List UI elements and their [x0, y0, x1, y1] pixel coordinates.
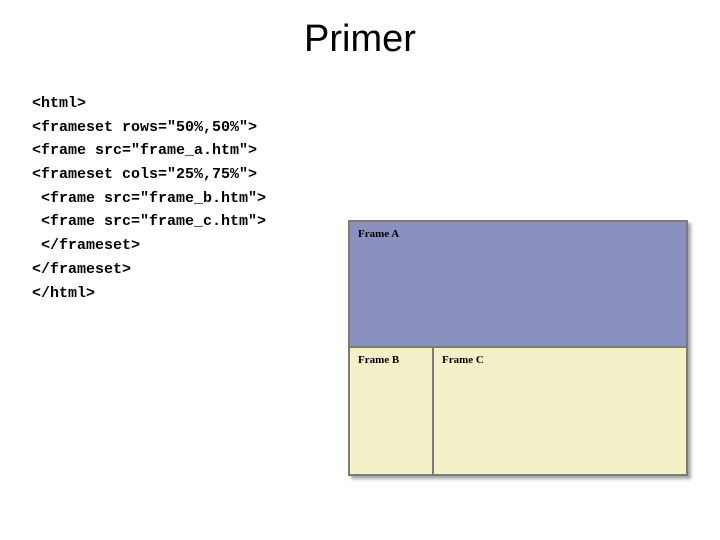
frame-bottom-row: Frame B Frame C — [350, 348, 686, 474]
frame-a-label: Frame A — [358, 228, 399, 240]
code-line: <frame src="frame_a.htm"> — [32, 142, 257, 159]
frame-b: Frame B — [350, 348, 434, 474]
code-line: <frame src="frame_b.htm"> — [32, 190, 266, 207]
code-block: <html> <frameset rows="50%,50%"> <frame … — [32, 92, 266, 305]
frame-c: Frame C — [434, 348, 686, 474]
code-line: <frame src="frame_c.htm"> — [32, 213, 266, 230]
frameset-demo: Frame A Frame B Frame C — [348, 220, 688, 476]
frame-b-label: Frame B — [358, 354, 399, 366]
code-line: <frameset cols="25%,75%"> — [32, 166, 257, 183]
slide: Primer <html> <frameset rows="50%,50%"> … — [0, 0, 720, 540]
frame-c-label: Frame C — [442, 354, 484, 366]
slide-title: Primer — [0, 18, 720, 61]
code-line: </frameset> — [32, 261, 131, 278]
code-line: <html> — [32, 95, 86, 112]
frame-a: Frame A — [350, 222, 686, 348]
code-line: </html> — [32, 285, 95, 302]
code-line: </frameset> — [32, 237, 140, 254]
code-line: <frameset rows="50%,50%"> — [32, 119, 257, 136]
